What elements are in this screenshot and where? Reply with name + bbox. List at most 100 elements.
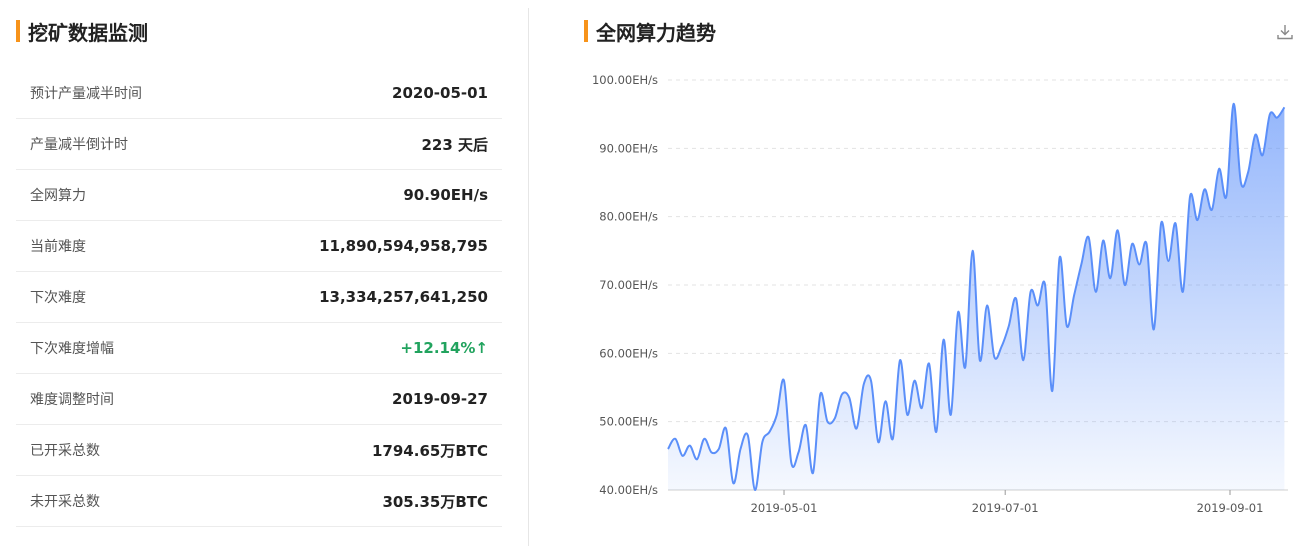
stat-label: 全网算力 bbox=[30, 188, 86, 204]
hashrate-point bbox=[1283, 106, 1286, 109]
hashrate-point bbox=[1015, 297, 1018, 300]
y-tick-label: 40.00EH/s bbox=[599, 483, 658, 497]
hashrate-point bbox=[1102, 239, 1105, 242]
hashrate-point bbox=[1065, 325, 1068, 328]
hashrate-trend-panel: 全网算力趋势 40.00EH/s 50.00EH/s 60.00EH/s 70.00E… bbox=[560, 0, 1303, 550]
stat-label: 产量减半倒计时 bbox=[30, 137, 128, 153]
hashrate-point bbox=[1007, 325, 1010, 328]
hashrate-point bbox=[1058, 256, 1061, 259]
hashrate-point bbox=[754, 489, 757, 492]
hashrate-point bbox=[819, 393, 822, 396]
hashrate-point bbox=[833, 417, 836, 420]
hashrate-point bbox=[1210, 208, 1213, 211]
hashrate-point bbox=[913, 379, 916, 382]
stat-value: 2020-05-01 bbox=[392, 84, 488, 102]
title-accent-bar bbox=[584, 20, 588, 42]
hashrate-point bbox=[703, 437, 706, 440]
hashrate-point bbox=[783, 379, 786, 382]
mining-stats-list: 预计产量减半时间 2020-05-01 产量减半倒计时 223 天后 全网算力 … bbox=[16, 68, 502, 527]
stat-row-difficulty-increase: 下次难度增幅 +12.14%↑ bbox=[16, 323, 502, 374]
hashrate-point bbox=[1167, 260, 1170, 263]
stat-label: 当前难度 bbox=[30, 239, 86, 255]
hashrate-point bbox=[1218, 167, 1221, 170]
hashrate-point bbox=[862, 383, 865, 386]
hashrate-point bbox=[826, 420, 829, 423]
hashrate-trend-title: 全网算力趋势 bbox=[584, 18, 716, 45]
hashrate-point bbox=[696, 458, 699, 461]
hashrate-point bbox=[870, 379, 873, 382]
hashrate-point bbox=[761, 441, 764, 444]
stat-value: 1794.65万BTC bbox=[372, 441, 488, 460]
stat-row-current-difficulty: 当前难度 11,890,594,958,795 bbox=[16, 221, 502, 272]
hashrate-point bbox=[1073, 294, 1076, 297]
hashrate-chart: 40.00EH/s 50.00EH/s 60.00EH/s 70.00EH/s 80.0… bbox=[592, 73, 1288, 515]
stat-value: 90.90EH/s bbox=[403, 186, 488, 204]
x-tick-label: 2019-07-01 bbox=[972, 501, 1039, 515]
stat-row-hashrate: 全网算力 90.90EH/s bbox=[16, 170, 502, 221]
hashrate-point bbox=[1000, 345, 1003, 348]
hashrate-point bbox=[725, 427, 728, 430]
stat-label: 下次难度 bbox=[30, 290, 86, 306]
hashrate-point bbox=[768, 430, 771, 433]
hashrate-point bbox=[964, 366, 967, 369]
hashrate-point bbox=[1123, 284, 1126, 287]
hashrate-point bbox=[1131, 243, 1134, 246]
hashrate-point bbox=[1261, 154, 1264, 157]
hashrate-point bbox=[841, 393, 844, 396]
hashrate-point bbox=[1232, 102, 1235, 105]
hashrate-point bbox=[1152, 328, 1155, 331]
hashrate-point bbox=[1181, 290, 1184, 293]
hashrate-point bbox=[1160, 222, 1163, 225]
hashrate-point bbox=[739, 448, 742, 451]
stat-value: 11,890,594,958,795 bbox=[319, 237, 488, 255]
hashrate-point bbox=[986, 304, 989, 307]
stat-row-unmined-total: 未开采总数 305.35万BTC bbox=[16, 476, 502, 527]
hashrate-point bbox=[1138, 263, 1141, 266]
hashrate-point bbox=[920, 407, 923, 410]
hashrate-point bbox=[1225, 195, 1228, 198]
y-tick-label: 80.00EH/s bbox=[599, 210, 658, 224]
stat-label: 难度调整时间 bbox=[30, 392, 114, 408]
hashrate-point bbox=[1196, 219, 1199, 222]
hashrate-point bbox=[957, 311, 960, 314]
y-tick-label: 50.00EH/s bbox=[599, 415, 658, 429]
mining-monitor-title: 挖矿数据监测 bbox=[16, 18, 148, 45]
hashrate-point bbox=[1268, 113, 1271, 116]
y-tick-label: 100.00EH/s bbox=[592, 73, 658, 87]
stat-value: 305.35万BTC bbox=[382, 492, 488, 511]
hashrate-point bbox=[1044, 284, 1047, 287]
hashrate-point bbox=[935, 430, 938, 433]
hashrate-point bbox=[1145, 243, 1148, 246]
mining-monitor-panel: 挖矿数据监测 预计产量减半时间 2020-05-01 产量减半倒计时 223 天… bbox=[0, 0, 520, 550]
hashrate-point bbox=[942, 338, 945, 341]
download-icon[interactable] bbox=[1275, 22, 1295, 42]
hashrate-point bbox=[891, 437, 894, 440]
y-tick-label: 90.00EH/s bbox=[599, 141, 658, 155]
hashrate-point bbox=[1254, 133, 1257, 136]
hashrate-point bbox=[1080, 263, 1083, 266]
hashrate-point bbox=[804, 424, 807, 427]
hashrate-point bbox=[681, 454, 684, 457]
stat-row-halving-countdown: 产量减半倒计时 223 天后 bbox=[16, 119, 502, 170]
hashrate-point bbox=[812, 471, 815, 474]
stat-row-adjustment-date: 难度调整时间 2019-09-27 bbox=[16, 374, 502, 425]
stat-value: +12.14%↑ bbox=[400, 339, 488, 357]
hashrate-point bbox=[993, 355, 996, 358]
stat-label: 预计产量减半时间 bbox=[30, 86, 142, 102]
stat-row-mined-total: 已开采总数 1794.65万BTC bbox=[16, 425, 502, 476]
hashrate-point bbox=[978, 359, 981, 362]
hashrate-point bbox=[797, 451, 800, 454]
hashrate-point bbox=[848, 396, 851, 399]
hashrate-point bbox=[1203, 188, 1206, 191]
hashrate-point bbox=[1247, 171, 1250, 174]
stat-row-next-difficulty: 下次难度 13,334,257,641,250 bbox=[16, 272, 502, 323]
hashrate-point bbox=[1029, 290, 1032, 293]
hashrate-point bbox=[1174, 222, 1177, 225]
hashrate-point bbox=[674, 437, 677, 440]
hashrate-point bbox=[1109, 277, 1112, 280]
hashrate-point bbox=[667, 448, 670, 451]
hashrate-point bbox=[877, 441, 880, 444]
hashrate-point bbox=[884, 400, 887, 403]
stat-label: 未开采总数 bbox=[30, 494, 100, 510]
hashrate-point bbox=[1036, 304, 1039, 307]
